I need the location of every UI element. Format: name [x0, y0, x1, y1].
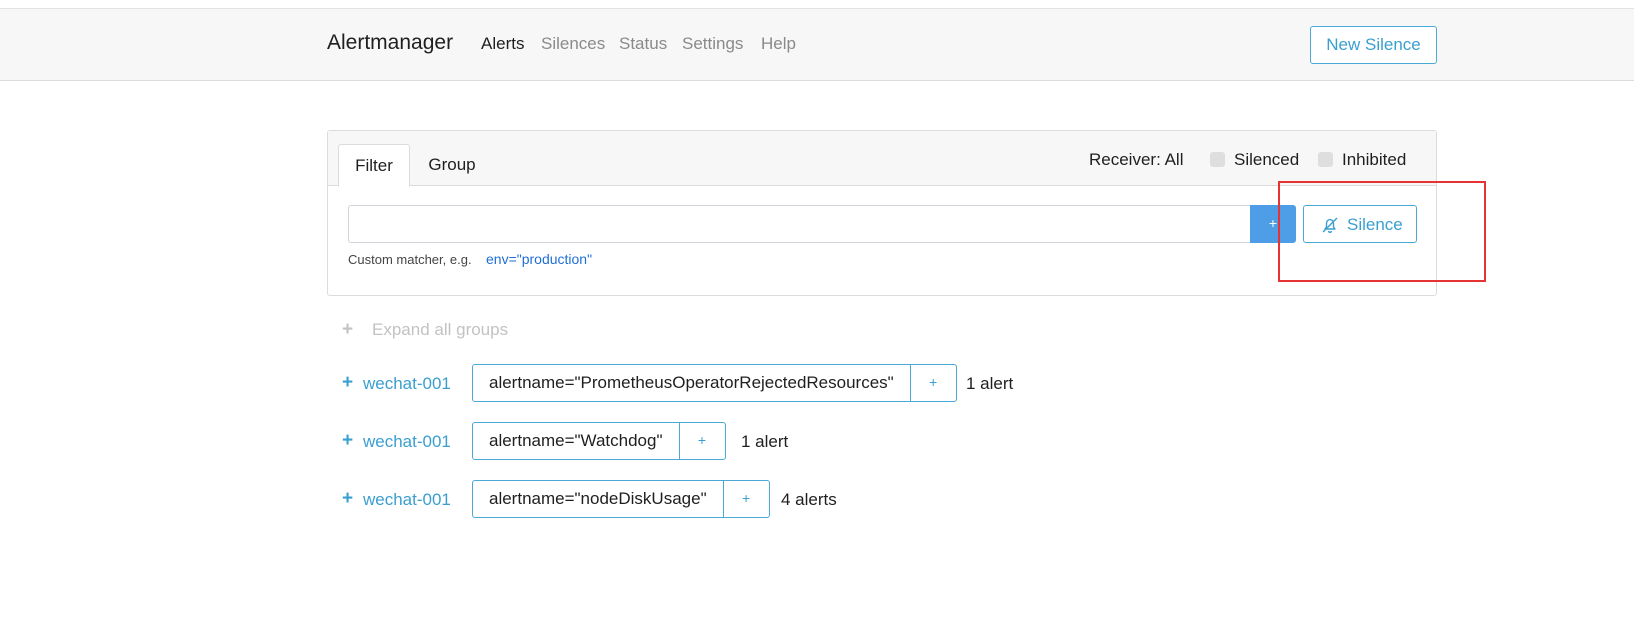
navbar: Alertmanager Alerts Silences Status Sett… [0, 9, 1634, 81]
add-label-filter-button[interactable]: + [911, 365, 956, 401]
receiver-selector[interactable]: Receiver: All [1089, 150, 1183, 170]
filter-card: Filter Group Receiver: All Silenced Inhi… [327, 130, 1437, 296]
alert-count: 4 alerts [781, 490, 837, 509]
expand-group-icon[interactable]: + [342, 372, 353, 394]
group-label[interactable]: alertname="Watchdog" [473, 423, 680, 459]
filter-matcher-input[interactable] [348, 205, 1250, 243]
inhibited-label: Inhibited [1342, 150, 1407, 169]
tab-filter[interactable]: Filter [338, 144, 410, 187]
add-label-filter-button[interactable]: + [680, 423, 725, 459]
add-label-filter-button[interactable]: + [724, 481, 769, 517]
silenced-label: Silenced [1234, 150, 1300, 169]
silenced-checkbox-box[interactable] [1210, 152, 1225, 167]
expand-all-label: Expand all groups [372, 320, 509, 339]
nav-settings[interactable]: Settings [682, 34, 743, 54]
group-label[interactable]: alertname="PrometheusOperatorRejectedRes… [473, 365, 911, 401]
tab-group[interactable]: Group [412, 144, 492, 186]
plus-icon: + [342, 319, 354, 340]
matcher-hint: Custom matcher, e.g. [348, 252, 472, 267]
matcher-example[interactable]: env="production" [486, 251, 592, 267]
expand-group-icon[interactable]: + [342, 430, 353, 452]
group-label[interactable]: alertname="nodeDiskUsage" [473, 481, 724, 517]
group-receiver[interactable]: wechat-001 [363, 432, 451, 452]
browser-top-strip [0, 0, 1634, 9]
brand-logo[interactable]: Alertmanager [327, 31, 453, 55]
alert-count: 1 alert [741, 432, 789, 451]
group-label-chip: alertname="Watchdog" + [472, 422, 726, 460]
nav-silences[interactable]: Silences [541, 34, 605, 54]
group-receiver[interactable]: wechat-001 [363, 490, 451, 510]
inhibited-checkbox-box[interactable] [1318, 152, 1333, 167]
group-label-chip: alertname="nodeDiskUsage" + [472, 480, 770, 518]
highlight-annotation-box [1278, 181, 1486, 282]
nav-status[interactable]: Status [619, 34, 667, 54]
expand-group-icon[interactable]: + [342, 488, 353, 510]
new-silence-button[interactable]: New Silence [1310, 26, 1437, 64]
filter-card-header: Filter Group Receiver: All Silenced Inhi… [328, 131, 1436, 187]
alert-count: 1 alert [966, 374, 1014, 393]
group-label-chip: alertname="PrometheusOperatorRejectedRes… [472, 364, 957, 402]
group-receiver[interactable]: wechat-001 [363, 374, 451, 394]
nav-help[interactable]: Help [761, 34, 796, 54]
nav-alerts[interactable]: Alerts [481, 34, 524, 54]
